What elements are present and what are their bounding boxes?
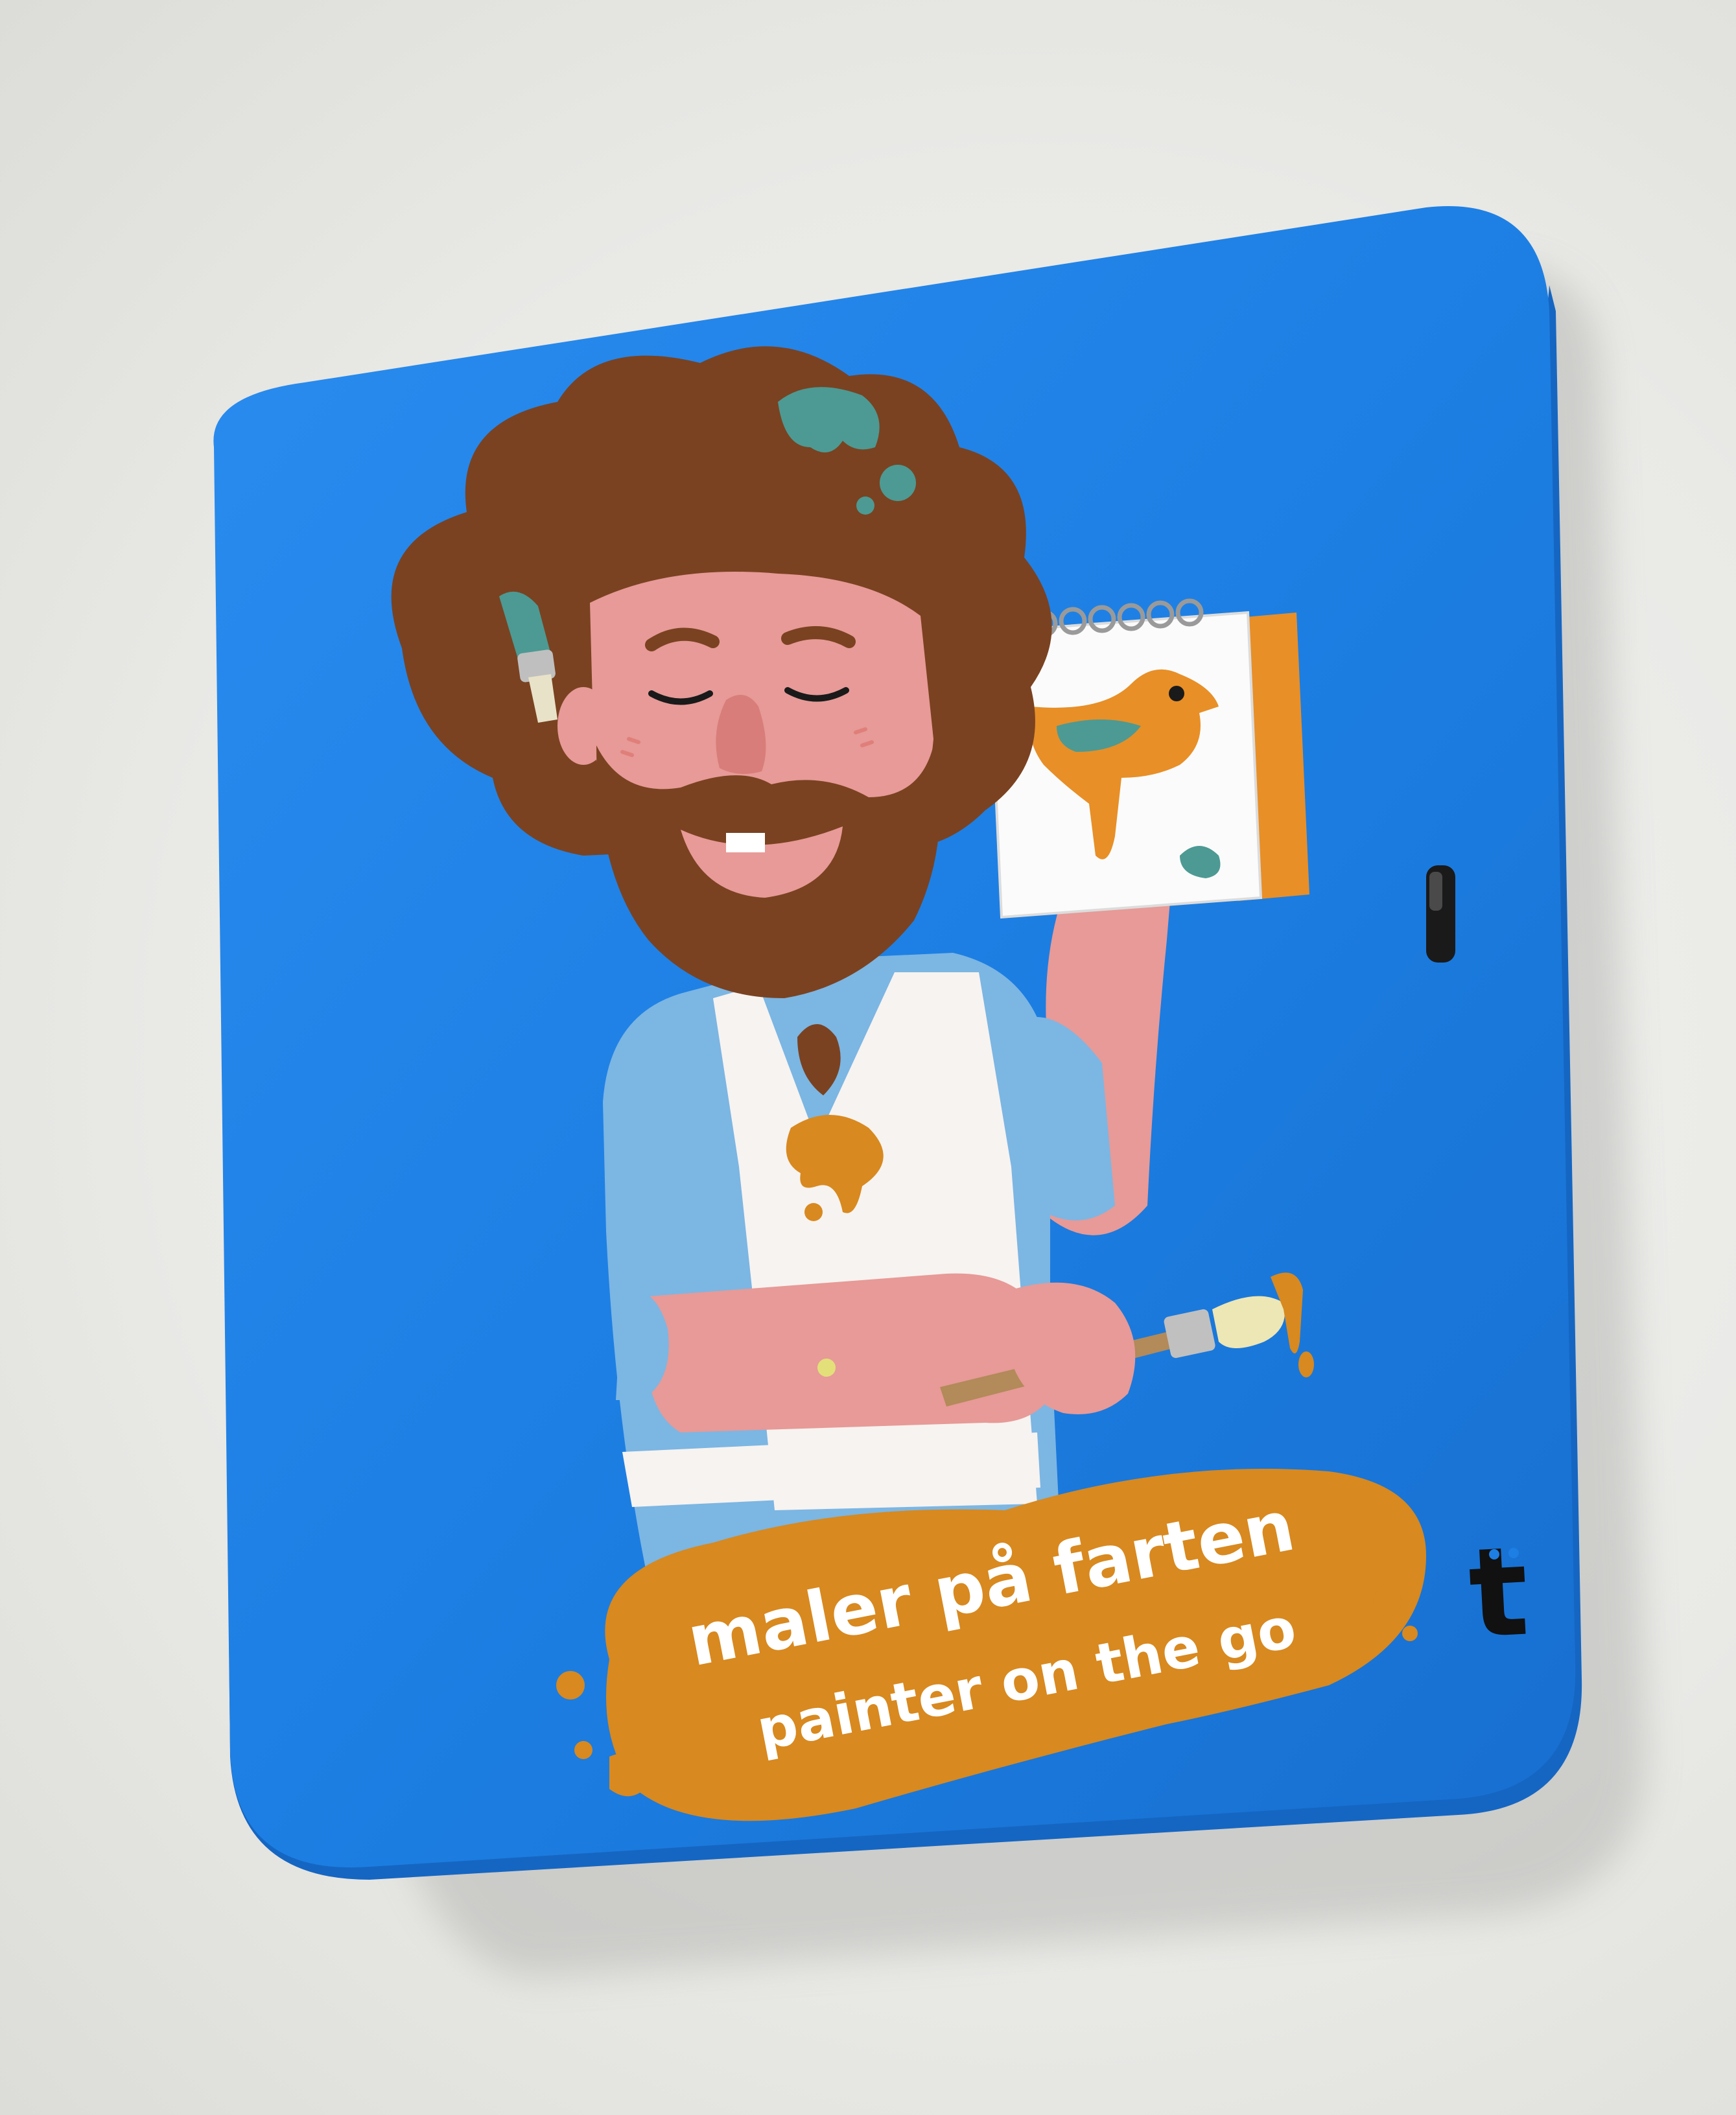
photo-scene: maler på farten painter on the go t — [0, 0, 1736, 2115]
lower-arm — [645, 1273, 1058, 1432]
brand-mark: t — [1466, 1519, 1532, 1665]
t-letter-logo-icon: t — [1466, 1519, 1532, 1665]
tin-box-photo: maler på farten painter on the go t — [213, 206, 1647, 1978]
